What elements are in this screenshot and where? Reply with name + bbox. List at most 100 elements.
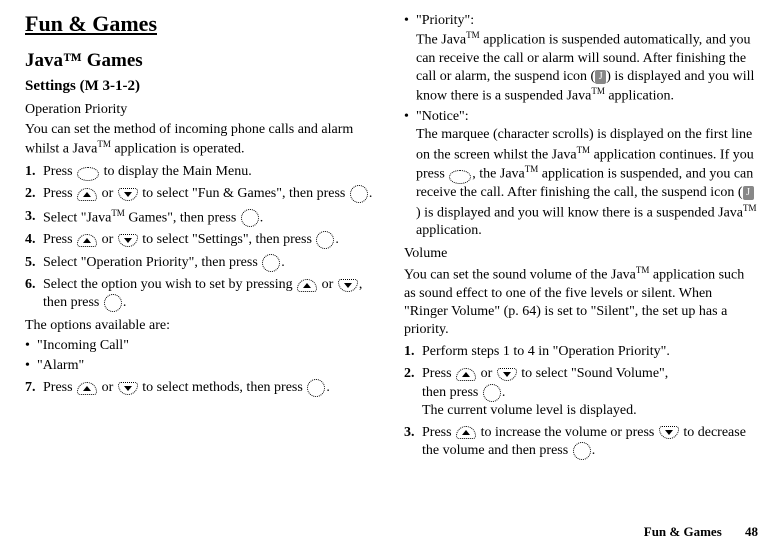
step-3: 3. Select "JavaTM Games", then press . <box>25 208 379 228</box>
ok-key-icon <box>483 384 501 402</box>
text: to display the Main Menu. <box>100 164 252 179</box>
left-column: Fun & Games Java™ Games Settings (M 3-1-… <box>25 10 379 465</box>
text: Press <box>43 164 76 179</box>
text: or <box>318 277 337 292</box>
ok-key-icon <box>307 379 325 397</box>
text: . <box>123 296 127 311</box>
ok-key-icon <box>573 442 591 460</box>
step-1: 1. Press to display the Main Menu. <box>25 163 379 181</box>
text: then press <box>422 385 482 400</box>
vstep-3: 3. Press to increase the volume or press… <box>404 424 758 461</box>
bullet: • <box>25 337 37 355</box>
down-key-icon <box>118 382 138 395</box>
text: . <box>592 444 596 459</box>
text: Select the option you wish to set by pre… <box>43 277 296 292</box>
bullet: • <box>404 108 416 126</box>
ok-key-icon <box>262 254 280 272</box>
down-key-icon <box>338 279 358 292</box>
step-text: Press to display the Main Menu. <box>43 163 379 181</box>
text: . <box>369 186 373 201</box>
up-key-icon <box>456 368 476 381</box>
text: . <box>335 233 339 248</box>
desc-notice: • "Notice": The marquee (character scrol… <box>404 108 758 240</box>
subhead-operation-priority: Operation Priority <box>25 101 379 119</box>
ok-key-icon <box>241 209 259 227</box>
suspend-j-icon: J <box>743 186 754 200</box>
steps-list-left-cont: 7. Press or to select methods, then pres… <box>25 379 379 397</box>
text: . <box>502 385 506 400</box>
op-priority-intro: You can set the method of incoming phone… <box>25 121 379 159</box>
section-heading-settings: Settings (M 3-1-2) <box>25 77 379 97</box>
step-text: Perform steps 1 to 4 in "Operation Prior… <box>422 343 758 361</box>
subhead-volume: Volume <box>404 245 758 263</box>
down-key-icon <box>118 234 138 247</box>
down-key-icon <box>659 426 679 439</box>
nav-key-icon <box>449 170 471 184</box>
up-key-icon <box>77 234 97 247</box>
option-alarm: •"Alarm" <box>25 357 379 375</box>
text: Select "Operation Priority", then press <box>43 255 261 270</box>
tm-superscript: TM <box>525 164 539 174</box>
up-key-icon <box>456 426 476 439</box>
step-number: 3. <box>404 424 422 442</box>
text: application. <box>416 223 482 238</box>
text: Press <box>43 186 76 201</box>
steps-list-left: 1. Press to display the Main Menu. 2. Pr… <box>25 163 379 313</box>
step-number: 4. <box>25 231 43 249</box>
nav-key-icon <box>77 167 99 181</box>
volume-intro: You can set the sound volume of the Java… <box>404 265 758 339</box>
text: to increase the volume or press <box>477 425 658 440</box>
text: You can set the sound volume of the Java <box>404 267 636 282</box>
text: or <box>98 186 117 201</box>
text: . <box>260 210 264 225</box>
step-text: Select "Operation Priority", then press … <box>43 254 379 272</box>
text: or <box>477 366 496 381</box>
text: . <box>326 381 330 396</box>
text: "Notice": The marquee (character scrolls… <box>416 108 758 240</box>
text: Games", then press <box>125 210 240 225</box>
text: Press <box>422 425 455 440</box>
vstep-1: 1. Perform steps 1 to 4 in "Operation Pr… <box>404 343 758 361</box>
down-key-icon <box>118 188 138 201</box>
text: to select "Sound Volume", <box>518 366 669 381</box>
text: ) is displayed and you will know there i… <box>416 205 743 220</box>
text: or <box>98 233 117 248</box>
step-text: Press or to select "Settings", then pres… <box>43 231 379 249</box>
steps-list-volume: 1. Perform steps 1 to 4 in "Operation Pr… <box>404 343 758 461</box>
text: application is operated. <box>111 142 245 157</box>
step-text: Press or to select "Sound Volume", then … <box>422 365 758 420</box>
step-number: 5. <box>25 254 43 272</box>
tm-superscript: TM <box>111 208 125 218</box>
option-incoming-call: •"Incoming Call" <box>25 337 379 355</box>
text: Press <box>43 233 76 248</box>
text: The Java <box>416 33 466 48</box>
step-number: 7. <box>25 379 43 397</box>
text: Select "Java <box>43 210 111 225</box>
step-text: Press or to select methods, then press . <box>43 379 379 397</box>
options-list: •"Incoming Call" •"Alarm" <box>25 337 379 375</box>
text: Press <box>422 366 455 381</box>
text: to select "Fun & Games", then press <box>139 186 349 201</box>
ok-key-icon <box>316 231 334 249</box>
footer-page-number: 48 <box>745 524 758 539</box>
method-descriptions: • "Priority": The JavaTM application is … <box>404 12 758 241</box>
text: "Priority": The JavaTM application is su… <box>416 12 758 106</box>
step-text: Select the option you wish to set by pre… <box>43 276 379 313</box>
text: "Alarm" <box>37 357 379 375</box>
up-key-icon <box>77 382 97 395</box>
text: , the Java <box>472 167 524 182</box>
step-2: 2. Press or to select "Fun & Games", the… <box>25 185 379 203</box>
suspend-j-icon: J <box>595 70 606 84</box>
down-key-icon <box>497 368 517 381</box>
footer-title: Fun & Games <box>644 524 722 539</box>
step-number: 6. <box>25 276 43 294</box>
ok-key-icon <box>104 294 122 312</box>
text: Press <box>43 381 76 396</box>
right-column: • "Priority": The JavaTM application is … <box>404 10 758 465</box>
text: to select "Settings", then press <box>139 233 316 248</box>
options-intro: The options available are: <box>25 317 379 335</box>
text: or <box>98 381 117 396</box>
step-number: 3. <box>25 208 43 226</box>
step-7: 7. Press or to select methods, then pres… <box>25 379 379 397</box>
step-number: 2. <box>404 365 422 383</box>
